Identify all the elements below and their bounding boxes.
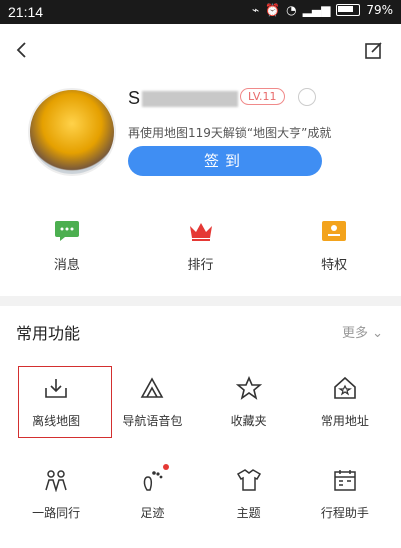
feature-label: 导航语音包 xyxy=(122,414,183,428)
username-blurred xyxy=(142,91,239,108)
wifi-icon: ◔ xyxy=(286,3,297,17)
calendar-icon xyxy=(334,470,356,491)
status-bar: 21:14 ⌁ ⏰ ◔ ▂▄▆ 79% xyxy=(0,0,401,24)
privilege-icon xyxy=(322,221,347,241)
achievement-hint: 再使用地图119天解锁“地图大亨”成就 xyxy=(128,126,332,140)
crown-icon xyxy=(189,223,212,241)
level-badge[interactable]: LV.11 xyxy=(240,88,285,105)
more-link[interactable]: 更多 ⌄ xyxy=(342,322,383,341)
quick-item-messages[interactable]: 消息 xyxy=(0,220,134,273)
feature-offline-map[interactable]: 离线地图 xyxy=(8,364,112,456)
feature-footprint[interactable]: 足迹 xyxy=(104,456,200,548)
section-divider xyxy=(0,296,401,306)
more-label: 更多 xyxy=(341,326,368,341)
edit-icon[interactable] xyxy=(365,42,383,60)
people-icon xyxy=(45,470,67,493)
profile-header: S LV.11 再使用地图119天解锁“地图大亨”成就 签到 消息 排行 特权 xyxy=(0,24,401,296)
section-title: 常用功能 xyxy=(16,324,81,343)
feature-grid: 离线地图 导航语音包 收藏夹 常用地址 一路同行 足迹 主题 行程助手 xyxy=(8,364,393,548)
battery-icon xyxy=(336,4,361,16)
back-icon[interactable] xyxy=(14,42,30,58)
alarm-icon: ⏰ xyxy=(265,3,281,17)
message-icon xyxy=(54,221,79,241)
feature-trip-assistant[interactable]: 行程助手 xyxy=(297,456,393,548)
mute-icon: ⌁ xyxy=(251,3,260,17)
feature-theme[interactable]: 主题 xyxy=(201,456,297,548)
feature-label: 一路同行 xyxy=(32,506,81,520)
username-initial: S xyxy=(128,88,141,108)
quick-label: 排行 xyxy=(187,258,214,273)
chevron-down-icon: ⌄ xyxy=(372,326,383,341)
feature-together[interactable]: 一路同行 xyxy=(8,456,104,548)
battery-level: 79% xyxy=(366,3,393,17)
selection-highlight xyxy=(18,366,112,438)
signal-icon: ▂▄▆ xyxy=(302,3,331,17)
quick-actions: 消息 排行 特权 xyxy=(0,220,401,273)
theme-icon xyxy=(236,469,261,491)
new-badge-dot xyxy=(162,464,169,470)
footprint-icon xyxy=(144,471,163,491)
quick-item-ranking[interactable]: 排行 xyxy=(134,220,268,273)
feature-favorites[interactable]: 收藏夹 xyxy=(201,364,297,456)
quick-item-privilege[interactable]: 特权 xyxy=(267,220,401,273)
feature-label: 行程助手 xyxy=(320,506,369,520)
username: S xyxy=(128,88,239,109)
feature-row: 一路同行 足迹 主题 行程助手 xyxy=(8,456,393,548)
crown-badge-icon[interactable] xyxy=(298,88,316,106)
feature-label: 常用地址 xyxy=(320,414,369,428)
status-icons: ⌁ ⏰ ◔ ▂▄▆ 79% xyxy=(252,3,393,17)
home-star-icon xyxy=(334,376,356,399)
common-features: 常用功能 更多 ⌄ 离线地图 导航语音包 收藏夹 常用地址 一路同行 足迹 主题… xyxy=(0,306,401,545)
quick-label: 特权 xyxy=(321,258,348,273)
feature-label: 主题 xyxy=(236,506,261,520)
feature-label: 足迹 xyxy=(140,506,165,520)
voice-pack-icon xyxy=(141,377,164,398)
feature-voice-pack[interactable]: 导航语音包 xyxy=(104,364,200,456)
feature-common-address[interactable]: 常用地址 xyxy=(297,364,393,456)
feature-row: 离线地图 导航语音包 收藏夹 常用地址 xyxy=(8,364,393,456)
status-time: 21:14 xyxy=(8,4,44,20)
quick-label: 消息 xyxy=(53,258,80,273)
signin-button[interactable]: 签到 xyxy=(128,146,322,176)
feature-label: 收藏夹 xyxy=(230,414,267,428)
avatar[interactable] xyxy=(28,88,116,176)
star-icon xyxy=(235,375,262,400)
